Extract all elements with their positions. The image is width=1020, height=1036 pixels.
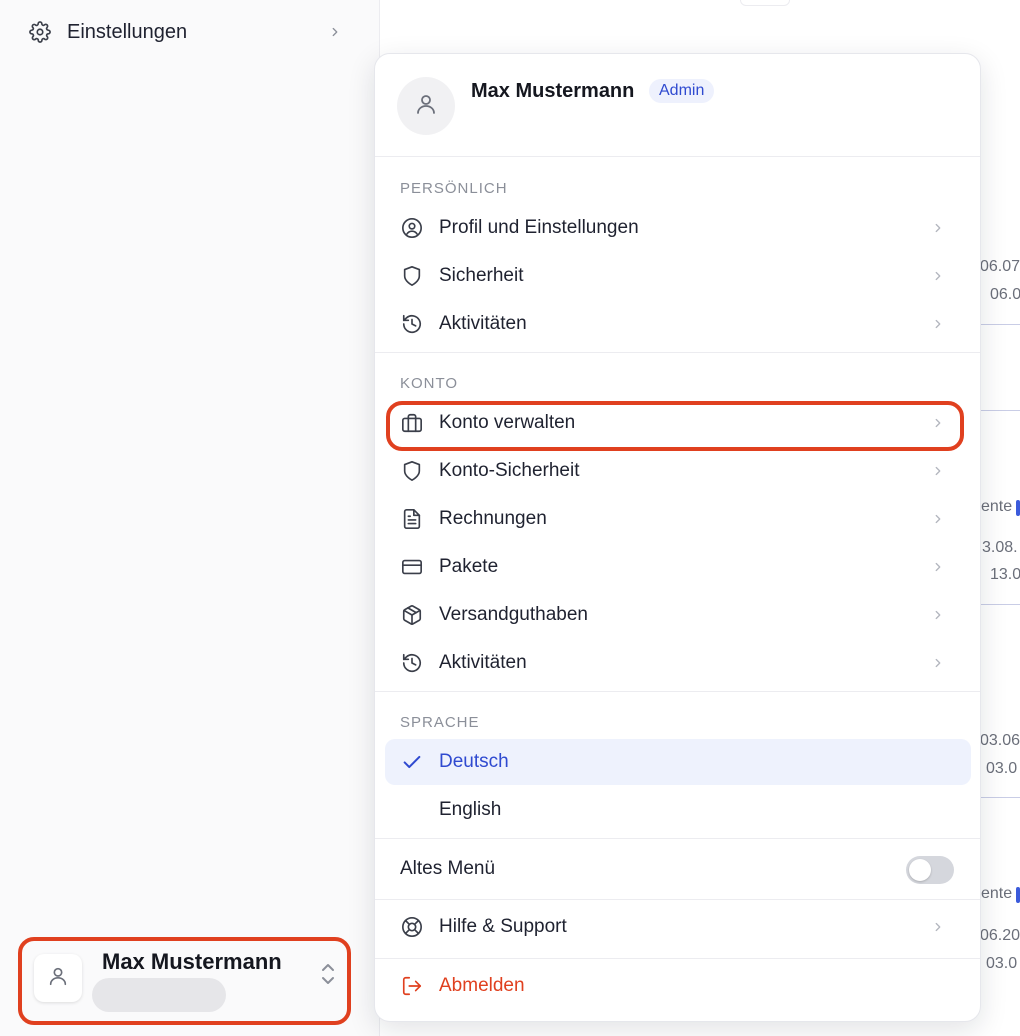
bg-tag [1016, 500, 1020, 516]
menu-item-invoices[interactable]: Rechnungen [385, 496, 971, 542]
bg-divider [980, 797, 1020, 798]
bg-divider [980, 604, 1020, 605]
background-tab [740, 0, 790, 6]
chevron-right-icon [931, 464, 945, 478]
user-circle-icon [400, 216, 424, 240]
chevron-right-icon [328, 25, 342, 39]
chevron-right-icon [931, 221, 945, 235]
menu-item-manage-account[interactable]: Konto verwalten [385, 400, 971, 446]
menu-item-label: Konto-Sicherheit [439, 460, 580, 481]
menu-item-label: Profil und Einstellungen [439, 217, 639, 238]
menu-item-packages[interactable]: Pakete [385, 544, 971, 590]
chevron-right-icon [931, 416, 945, 430]
menu-header: Max Mustermann Admin [375, 54, 980, 157]
user-switcher-button[interactable]: Max Mustermann [18, 937, 351, 1025]
bg-date: 06.0 [990, 286, 1020, 303]
menu-item-label: Rechnungen [439, 508, 547, 529]
menu-item-label: Pakete [439, 556, 499, 577]
old-menu-row: Altes Menü [375, 844, 980, 898]
redacted-email-pill [92, 978, 226, 1012]
shield-icon [400, 264, 424, 288]
user-icon [47, 965, 69, 992]
bg-date: 03.0 [986, 955, 1018, 972]
menu-item-account-security[interactable]: Konto-Sicherheit [385, 448, 971, 494]
menu-item-account-activities[interactable]: Aktivitäten [385, 640, 971, 686]
bg-divider [980, 324, 1020, 325]
language-label: Deutsch [439, 751, 509, 772]
document-icon [400, 507, 424, 531]
user-menu: Max Mustermann Admin PERSÖNLICH Profil u… [374, 53, 981, 1022]
credit-card-icon [400, 555, 424, 579]
check-icon [400, 750, 424, 774]
chevron-right-icon [931, 608, 945, 622]
menu-item-label: Aktivitäten [439, 313, 527, 334]
menu-user-name: Max Mustermann [471, 80, 635, 102]
menu-item-label: Konto verwalten [439, 412, 576, 433]
bg-date: 13.0 [990, 566, 1020, 583]
gear-icon [28, 20, 52, 44]
history-icon [400, 312, 424, 336]
chevron-right-icon [931, 269, 945, 283]
language-option-english[interactable]: English [385, 787, 971, 833]
chevron-right-icon [931, 560, 945, 574]
avatar [34, 954, 82, 1002]
bg-tag [1016, 887, 1020, 903]
menu-item-profile[interactable]: Profil und Einstellungen [385, 205, 971, 251]
chevron-up-down-icon [319, 961, 337, 987]
bg-date: 03.0 [986, 760, 1018, 777]
bg-text: ente [981, 885, 1013, 902]
menu-item-label: Abmelden [439, 975, 525, 996]
briefcase-icon [400, 411, 424, 435]
bg-date: 06.07 [980, 258, 1020, 275]
menu-item-help-support[interactable]: Hilfe & Support [385, 904, 971, 950]
lifebuoy-icon [400, 915, 424, 939]
avatar [397, 77, 455, 135]
language-label: English [439, 799, 502, 820]
divider [375, 958, 980, 959]
chevron-right-icon [931, 317, 945, 331]
chevron-right-icon [931, 656, 945, 670]
sidebar-item-settings[interactable]: Einstellungen [28, 14, 350, 50]
user-icon [414, 92, 438, 121]
package-icon [400, 603, 424, 627]
bg-text: ente [981, 498, 1013, 515]
logout-icon [400, 974, 424, 998]
chevron-right-icon [931, 920, 945, 934]
divider [375, 352, 980, 353]
shield-icon [400, 459, 424, 483]
bg-date: 3.08. [982, 539, 1018, 556]
bg-date: 06.20 [980, 927, 1020, 944]
menu-item-security[interactable]: Sicherheit [385, 253, 971, 299]
section-title-personal: PERSÖNLICH [400, 180, 508, 197]
section-title-account: KONTO [400, 375, 459, 392]
chevron-right-icon [931, 512, 945, 526]
role-badge: Admin [649, 79, 715, 103]
menu-item-label: Sicherheit [439, 265, 524, 286]
menu-item-label: Hilfe & Support [439, 916, 567, 937]
language-option-deutsch[interactable]: Deutsch [385, 739, 971, 785]
bg-divider [980, 410, 1020, 411]
sidebar-item-label: Einstellungen [67, 20, 188, 43]
history-icon [400, 651, 424, 675]
bg-date: 03.06 [980, 732, 1020, 749]
user-name: Max Mustermann [102, 949, 282, 974]
old-menu-label: Altes Menü [400, 858, 496, 879]
menu-item-activities[interactable]: Aktivitäten [385, 301, 971, 347]
sidebar: Einstellungen Max Mustermann [0, 0, 380, 1036]
divider [375, 691, 980, 692]
section-title-language: SPRACHE [400, 714, 480, 731]
old-menu-toggle[interactable] [906, 856, 954, 884]
divider [375, 899, 980, 900]
menu-item-logout[interactable]: Abmelden [385, 963, 971, 1009]
menu-item-label: Versandguthaben [439, 604, 588, 625]
toggle-knob [909, 859, 931, 881]
menu-item-shipping-credit[interactable]: Versandguthaben [385, 592, 971, 638]
menu-item-label: Aktivitäten [439, 652, 527, 673]
divider [375, 838, 980, 839]
